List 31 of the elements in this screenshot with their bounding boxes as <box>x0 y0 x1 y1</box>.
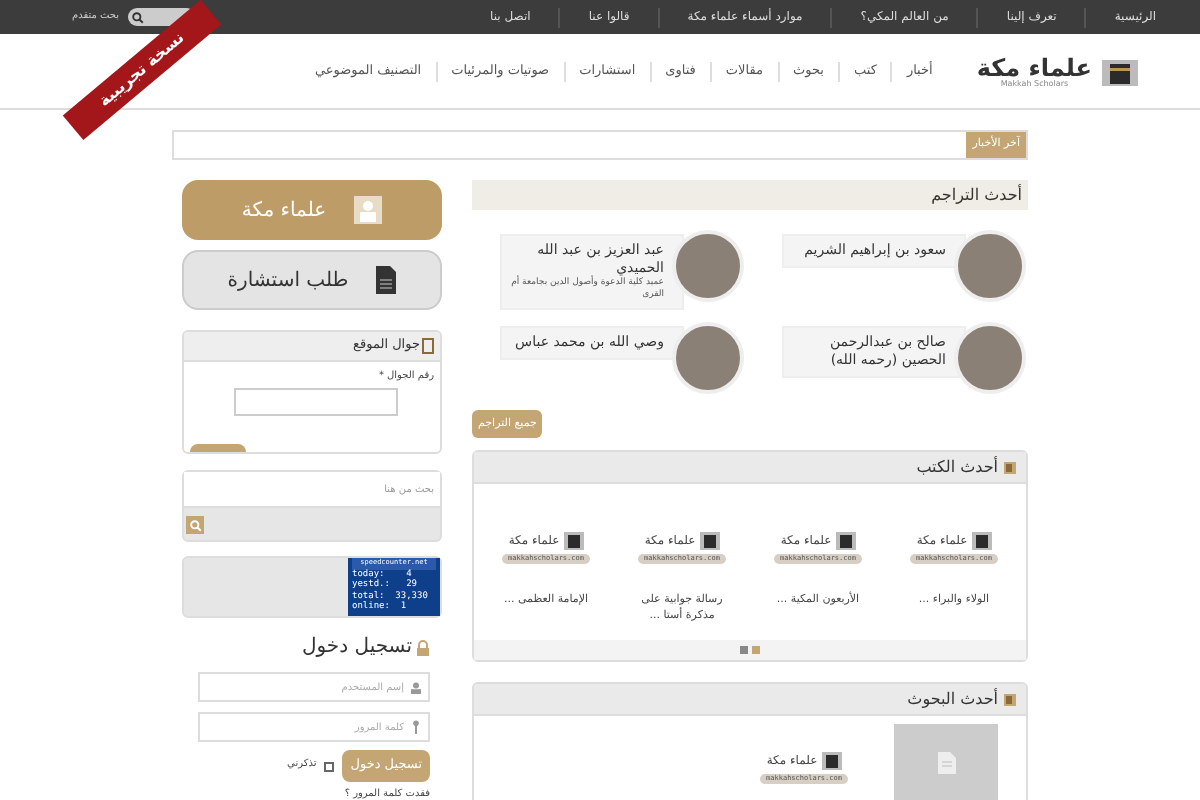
portrait-placeholder <box>954 230 1026 302</box>
key-icon <box>410 720 422 734</box>
search-icon <box>189 519 201 531</box>
section-title: أحدث البحوث <box>907 687 998 711</box>
book-icon <box>1002 691 1018 707</box>
remember-checkbox[interactable] <box>324 761 335 771</box>
ribbon-text: نسخة تجريبية <box>93 26 190 114</box>
book-logo-icon <box>563 531 584 550</box>
book-logo-icon <box>971 531 992 550</box>
login-title: تسجيل دخول <box>302 634 412 662</box>
search-icon <box>131 11 144 23</box>
search-button[interactable] <box>186 516 204 534</box>
document-icon <box>376 266 397 294</box>
phone-icon <box>422 338 434 354</box>
people-icon <box>354 196 383 224</box>
lock-icon <box>416 639 430 655</box>
user-icon <box>410 681 422 693</box>
section-title: أحدث الكتب <box>916 455 998 479</box>
book-logo-icon <box>835 531 856 550</box>
portrait-placeholder <box>954 322 1026 394</box>
book-icon <box>1002 459 1018 475</box>
portrait-placeholder <box>672 322 744 394</box>
mobile-input-field[interactable] <box>234 387 398 415</box>
sidebar-button[interactable]: طلب استشارة <box>182 250 442 310</box>
portrait-placeholder <box>672 230 744 302</box>
book-logo-icon <box>821 751 842 770</box>
document-icon <box>937 751 955 773</box>
logo-title: علماء مكة <box>976 55 1092 79</box>
section-title: أحدث التراجم <box>931 183 1022 207</box>
book-logo-icon <box>1100 55 1140 87</box>
book-logo-icon <box>699 531 720 550</box>
